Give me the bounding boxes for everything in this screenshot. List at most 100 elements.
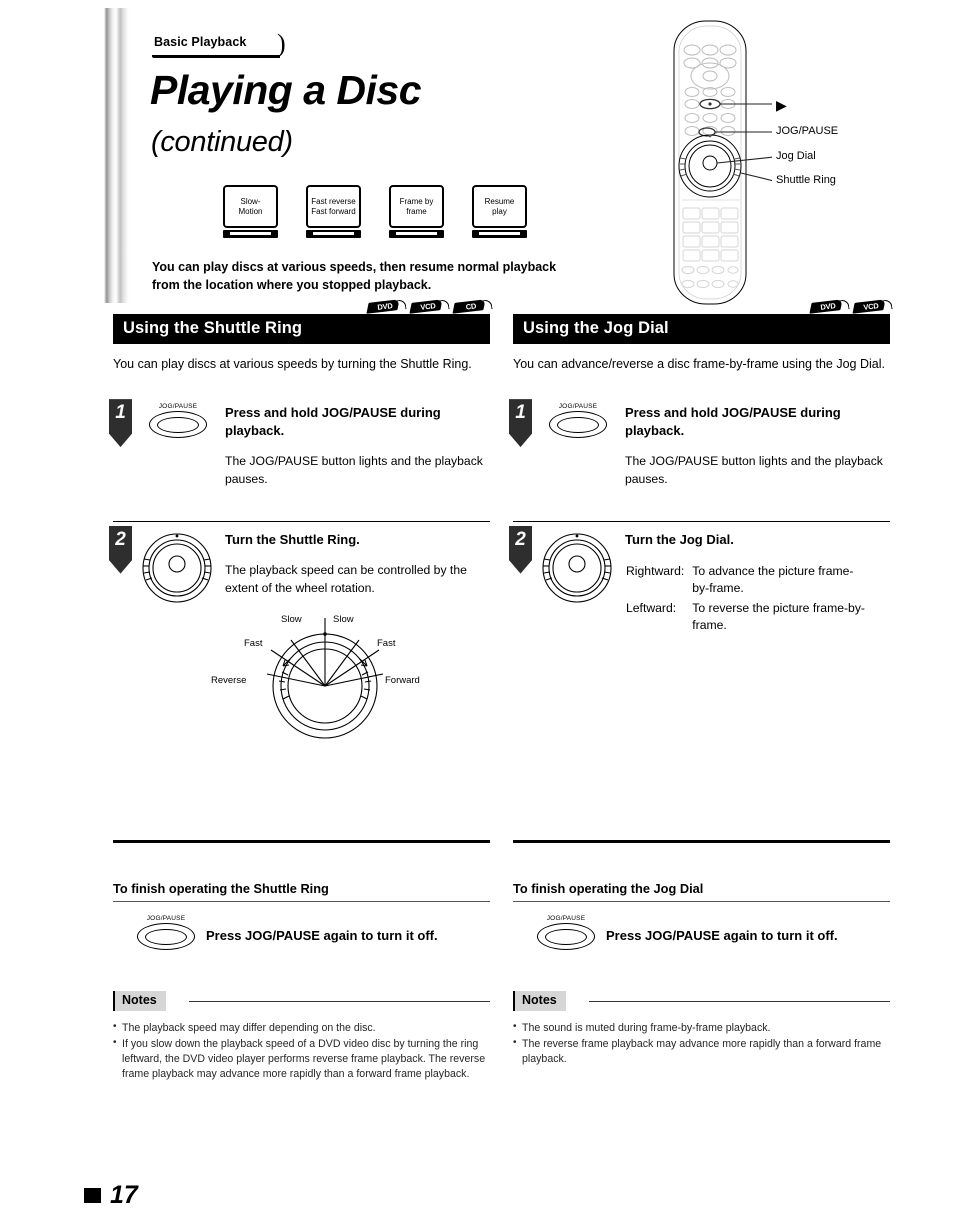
step-1: 1 JOG/PAUSE Press and hold JOG/PAUSE dur…	[109, 395, 490, 488]
shuttle-ring-finish-block: To finish operating the Shuttle Ring JOG…	[113, 840, 490, 1083]
shuttle-ring-callout: Shuttle Ring	[776, 174, 836, 186]
jog-dial-icon	[539, 528, 615, 604]
badge-label: CD	[465, 301, 477, 312]
feature-label-line2: frame	[406, 206, 427, 216]
feature-icon-resume-play: Resume play	[472, 185, 527, 238]
disc-badge-vcd: VCD	[409, 299, 450, 314]
step-content: Turn the Jog Dial. Rightward: To advance…	[625, 531, 890, 636]
disc-badge-cd: CD	[452, 299, 493, 314]
disc-badge-vcd: VCD	[852, 299, 893, 314]
feature-label-line1: Fast reverse	[311, 197, 356, 207]
jog-pause-icon-label: JOG/PAUSE	[558, 403, 598, 411]
jog-pause-icon-label: JOG/PAUSE	[546, 915, 586, 922]
step-1: 1 JOG/PAUSE Press and hold JOG/PAUSE dur…	[509, 395, 890, 488]
finish-instruction-text: Press JOG/PAUSE again to turn it off.	[606, 928, 838, 943]
step-description: The JOG/PAUSE button lights and the play…	[225, 454, 483, 486]
button-outer-ring	[549, 411, 607, 439]
shuttle-ring-dial-icon	[139, 528, 215, 604]
disc-badge-dvd: DVD	[809, 299, 850, 314]
direction-term: Rightward:	[626, 564, 685, 579]
jog-pause-button-icon: JOG/PAUSE	[529, 915, 603, 950]
jog-pause-icon-label: JOG/PAUSE	[146, 915, 186, 922]
jog-pause-icon-label: JOG/PAUSE	[158, 403, 198, 411]
notes-header: Notes	[113, 991, 490, 1011]
direction-term: Leftward:	[626, 600, 677, 615]
jog-pause-button-icon: JOG/PAUSE	[141, 403, 215, 439]
step-title: Press and hold JOG/PAUSE during playback…	[625, 405, 841, 438]
shuttle-ring-section: DVD VCD CD Using the Shuttle Ring You ca…	[109, 299, 493, 744]
notes-list: The sound is muted during frame-by-frame…	[513, 1020, 890, 1067]
button-outer-ring	[137, 923, 195, 950]
direction-table: Rightward: To advance the picture frame-…	[625, 562, 868, 635]
breadcrumb: Basic Playback	[152, 33, 332, 52]
tv-screen-icon: Frame by frame	[389, 185, 444, 228]
disc-badge-dvd: DVD	[366, 299, 407, 314]
remote-control-illustration	[652, 18, 775, 313]
jog-dial-section: DVD VCD Using the Jog Dial You can advan…	[509, 299, 893, 636]
tv-screen-icon: Fast reverse Fast forward	[306, 185, 361, 228]
note-item: The reverse frame playback may advance m…	[513, 1036, 890, 1067]
button-inner-ring	[545, 928, 587, 945]
section-intro: You can play discs at various speeds by …	[113, 357, 472, 371]
tv-base-icon	[306, 230, 361, 238]
notes-list: The playback speed may differ depending …	[113, 1020, 490, 1082]
speed-label-forward: Forward	[385, 674, 420, 686]
section-title: Using the Shuttle Ring	[113, 314, 490, 344]
feature-label-line2: Fast forward	[311, 206, 356, 216]
page-marker-icon	[84, 1188, 101, 1203]
step-number-badge: 2	[109, 525, 132, 574]
speed-label-fast-right: Fast	[377, 637, 396, 649]
tv-screen-icon: Slow- Motion	[223, 185, 278, 228]
section-header-jog-dial: DVD VCD Using the Jog Dial	[513, 299, 893, 344]
page-footer: 17	[84, 1181, 138, 1210]
badge-label: VCD	[419, 301, 437, 312]
feature-icon-fast-reverse-forward: Fast reverse Fast forward	[306, 185, 361, 238]
finish-instruction-text: Press JOG/PAUSE again to turn it off.	[206, 928, 438, 943]
badge-label: VCD	[862, 301, 880, 312]
finish-title: To finish operating the Shuttle Ring	[113, 881, 490, 902]
table-row: Rightward: To advance the picture frame-…	[625, 562, 868, 599]
step-number-badge: 1	[109, 399, 132, 448]
feature-label-line2: play	[492, 206, 507, 216]
scan-binding-shadow	[104, 8, 130, 303]
section-header-shuttle-ring: DVD VCD CD Using the Shuttle Ring	[113, 299, 493, 344]
feature-label-line2: Motion	[238, 206, 263, 216]
speed-label-slow-left: Slow	[281, 613, 302, 625]
direction-description: To advance the picture frame-by-frame.	[692, 564, 854, 596]
notes-header: Notes	[513, 991, 890, 1011]
feature-icon-row: Slow- Motion Fast reverse Fast forward Fra…	[223, 185, 527, 238]
note-item: If you slow down the playback speed of a…	[113, 1036, 490, 1082]
section-intro: You can advance/reverse a disc frame-by-…	[513, 357, 885, 371]
page-subtitle: (continued)	[151, 126, 293, 158]
jog-dial-finish-block: To finish operating the Jog Dial JOG/PAU…	[513, 840, 890, 1068]
table-row: Leftward: To reverse the picture frame-b…	[625, 599, 868, 636]
jog-pause-callout: JOG/PAUSE	[776, 125, 839, 137]
note-item: The playback speed may differ depending …	[113, 1020, 490, 1036]
step-2: 2 Turn the Shuttle Ring. The playback sp…	[109, 520, 490, 603]
feature-label-line1: Slow-	[240, 197, 261, 207]
jog-pause-button-icon: JOG/PAUSE	[129, 915, 203, 950]
step-2: 2 Turn the Jog Dial. Rightward: To advan…	[509, 520, 890, 636]
button-inner-ring	[157, 416, 199, 433]
intro-paragraph: You can play discs at various speeds, th…	[152, 260, 557, 292]
shuttle-speed-diagram: Slow Slow Fast Fast Reverse Forward	[211, 613, 425, 744]
button-inner-ring	[557, 416, 599, 433]
finish-instruction-row: JOG/PAUSE Press JOG/PAUSE again to turn …	[113, 915, 490, 967]
step-title: Turn the Shuttle Ring.	[225, 531, 360, 547]
feature-icon-frame-by-frame: Frame by frame	[389, 185, 444, 238]
step-title: Press and hold JOG/PAUSE during playback…	[225, 405, 441, 438]
button-inner-ring	[145, 928, 187, 945]
feature-label-line1: Resume	[484, 197, 515, 207]
page-number: 17	[110, 1181, 138, 1209]
step-number-badge: 1	[509, 399, 532, 448]
step-description: The playback speed can be controlled by …	[225, 563, 467, 595]
feature-label-line1: Frame by	[399, 197, 434, 207]
tv-screen-icon: Resume play	[472, 185, 527, 228]
step-title: Turn the Jog Dial.	[625, 531, 734, 547]
speed-label-fast-left: Fast	[244, 637, 263, 649]
note-item: The sound is muted during frame-by-frame…	[513, 1020, 890, 1036]
step-content: Press and hold JOG/PAUSE during playback…	[625, 404, 890, 488]
tv-base-icon	[389, 230, 444, 238]
speed-label-reverse: Reverse	[211, 674, 247, 686]
button-outer-ring	[537, 923, 595, 950]
